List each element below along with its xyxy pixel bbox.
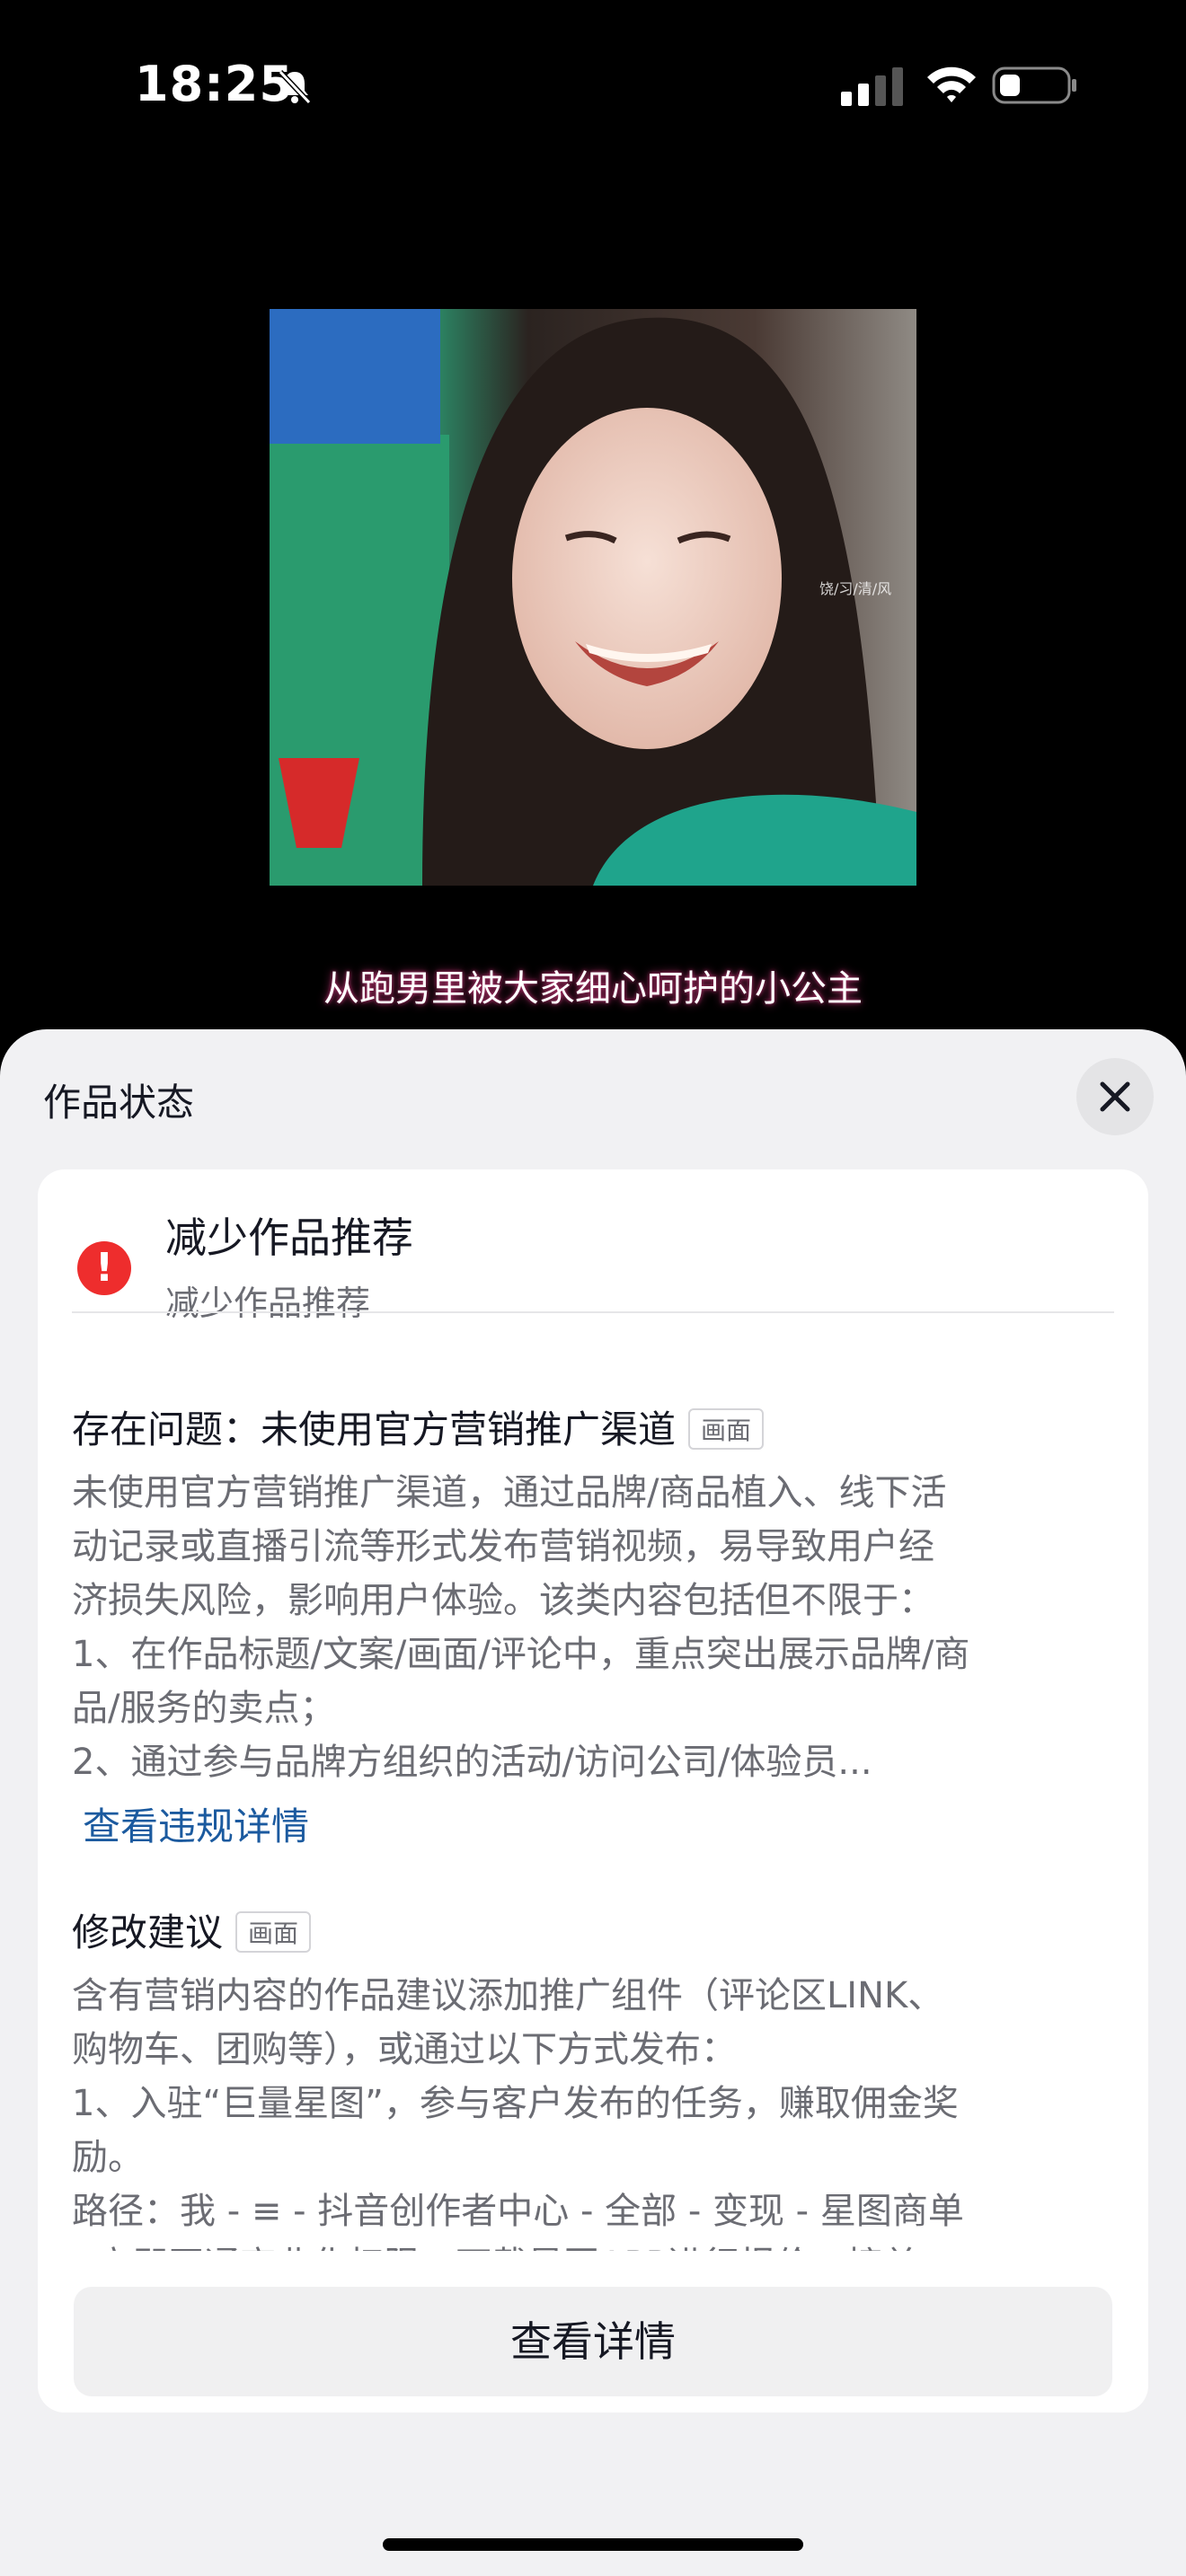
view-details-button[interactable]: 查看详情 xyxy=(74,2287,1112,2396)
battery-icon xyxy=(992,66,1076,104)
bell-slash-icon xyxy=(278,69,312,105)
video-watermark: 饶/习/清/风 xyxy=(819,580,892,597)
suggestion-description: 含有营销内容的作品建议添加推广组件（评论区LINK、 购物车、团购等），或通过以… xyxy=(72,1975,964,2251)
wifi-icon xyxy=(927,66,976,102)
close-icon xyxy=(1100,1081,1130,1112)
suggestion-heading: 修改建议 画面 xyxy=(72,1902,312,1957)
suggestion-tag: 画面 xyxy=(235,1910,312,1953)
problem-description: 未使用官方营销推广渠道，通过品牌/商品植入、线下活 动记录或直播引流等形式发布营… xyxy=(72,1472,970,1783)
work-status-sheet: 作品状态 ! 减少作品推荐 减少作品推荐 存在问题：未使用官方营销推广渠道 画面 … xyxy=(0,1029,1186,2576)
problem-heading-text: 存在问题：未使用官方营销推广渠道 xyxy=(72,1407,677,1451)
video-subtitle: 从跑男里被大家细心呵护的小公主 xyxy=(323,968,863,1010)
scroll-content[interactable]: 存在问题：未使用官方营销推广渠道 画面 未使用官方营销推广渠道，通过品牌/商品植入… xyxy=(38,1169,1148,2251)
close-button[interactable] xyxy=(1076,1058,1154,1135)
problem-tag: 画面 xyxy=(688,1407,765,1450)
view-violation-details-link[interactable]: 查看违规详情 xyxy=(83,1796,309,1851)
status-bar: 18:25 xyxy=(0,0,1186,171)
status-time: 18:25 xyxy=(135,56,294,112)
status-card: ! 减少作品推荐 减少作品推荐 存在问题：未使用官方营销推广渠道 画面 未使用官方… xyxy=(38,1169,1148,2413)
suggestion-heading-text: 修改建议 xyxy=(72,1910,224,1954)
video-thumbnail[interactable]: 饶/习/清/风 xyxy=(270,309,916,886)
problem-heading: 存在问题：未使用官方营销推广渠道 画面 xyxy=(72,1399,765,1454)
sheet-title: 作品状态 xyxy=(43,1081,195,1125)
cellular-signal-icon xyxy=(841,67,903,106)
home-indicator[interactable] xyxy=(383,2538,803,2551)
